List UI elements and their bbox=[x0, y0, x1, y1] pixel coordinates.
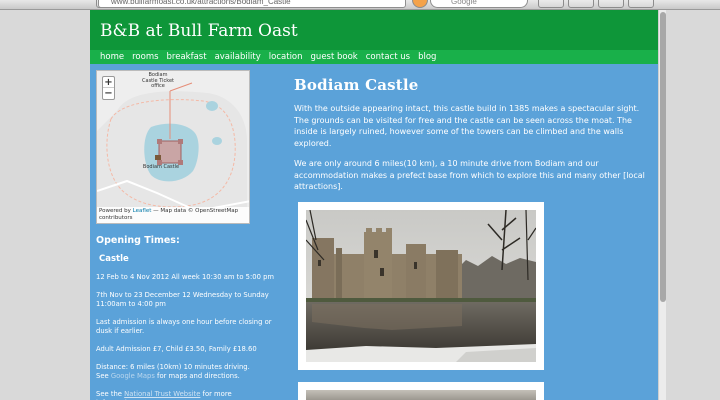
page-title: Bodiam Castle bbox=[294, 76, 419, 94]
map-tiles bbox=[97, 71, 249, 223]
browser-toolbar: www.bullfarmoast.co.uk/attractions/Bodia… bbox=[0, 0, 720, 10]
firefox-icon bbox=[412, 0, 428, 8]
castle-photo-frame bbox=[298, 202, 544, 370]
last-admission-note: Last admission is always one hour before… bbox=[96, 318, 272, 335]
second-photo-frame bbox=[298, 382, 544, 400]
site-title[interactable]: B&B at Bull Farm Oast bbox=[100, 21, 298, 41]
search-field[interactable]: Google bbox=[430, 0, 528, 8]
zoom-out-button[interactable]: − bbox=[103, 88, 114, 99]
nav-rooms[interactable]: rooms bbox=[132, 50, 158, 64]
page-viewport: B&B at Bull Farm Oast home rooms breakfa… bbox=[90, 10, 658, 400]
extension-icon[interactable] bbox=[538, 0, 564, 8]
opening-times-heading: Opening Times: bbox=[96, 235, 180, 246]
admission-prices: Adult Admission £7, Child £3.50, Family … bbox=[96, 345, 257, 353]
addon-icon[interactable] bbox=[598, 0, 624, 8]
menu-icon[interactable] bbox=[628, 0, 654, 8]
second-photo[interactable] bbox=[306, 390, 536, 400]
attribution-prefix: Powered by bbox=[99, 208, 131, 214]
location-paragraph: We are only around 6 miles(10 km), a 10 … bbox=[294, 159, 645, 191]
map-label-castle: Bodiam Castle bbox=[142, 164, 180, 170]
distance-info: Distance: 6 miles (10km) 10 minutes driv… bbox=[96, 363, 276, 381]
opening-period-1: 12 Feb to 4 Nov 2012 All week 10:30 am t… bbox=[96, 273, 274, 281]
address-bar[interactable]: www.bullfarmoast.co.uk/attractions/Bodia… bbox=[98, 0, 406, 8]
main-nav: home rooms breakfast availability locati… bbox=[90, 50, 658, 64]
nav-guest-book[interactable]: guest book bbox=[311, 50, 358, 64]
main-content: Bodiam Castle With the outside appearing… bbox=[294, 76, 654, 202]
castle-photo[interactable] bbox=[306, 210, 536, 362]
google-maps-link[interactable]: Google Maps bbox=[111, 372, 155, 380]
directions-text: for maps and directions. bbox=[157, 372, 240, 380]
intro-paragraph: With the outside appearing intact, this … bbox=[294, 104, 640, 148]
nav-home[interactable]: home bbox=[100, 50, 124, 64]
castle-subheading: Castle bbox=[99, 254, 129, 264]
distance-text: Distance: 6 miles (10km) 10 minutes driv… bbox=[96, 363, 250, 371]
map-attribution: Powered by Leaflet — Map data © OpenStre… bbox=[97, 207, 249, 223]
national-trust-info: See the National Trust Website for more … bbox=[96, 390, 276, 400]
national-trust-link[interactable]: National Trust Website bbox=[124, 390, 200, 398]
nav-availability[interactable]: availability bbox=[215, 50, 261, 64]
map-label-ticket-office: Bodiam Castle Ticket office bbox=[142, 72, 174, 89]
sidebar: Opening Times: Castle 12 Feb to 4 Nov 20… bbox=[96, 236, 276, 400]
nav-contact-us[interactable]: contact us bbox=[366, 50, 410, 64]
site-header: B&B at Bull Farm Oast bbox=[90, 10, 658, 50]
nav-breakfast[interactable]: breakfast bbox=[167, 50, 207, 64]
zoom-in-button[interactable]: + bbox=[103, 77, 114, 88]
leaflet-link[interactable]: Leaflet bbox=[133, 208, 152, 214]
nav-blog[interactable]: blog bbox=[418, 50, 436, 64]
see-text: See bbox=[96, 372, 109, 380]
bookmark-icon[interactable] bbox=[568, 0, 594, 8]
map-zoom-control: + − bbox=[102, 76, 115, 100]
scrollbar-thumb[interactable] bbox=[660, 12, 666, 302]
location-map[interactable]: + − Bodiam Castle Ticket office Bodiam C… bbox=[96, 70, 250, 224]
opening-period-2: 7th Nov to 23 December 12 Wednesday to S… bbox=[96, 291, 269, 308]
page-scrollbar[interactable] bbox=[658, 10, 666, 400]
see-the-text: See the bbox=[96, 390, 122, 398]
nav-location[interactable]: location bbox=[269, 50, 303, 64]
